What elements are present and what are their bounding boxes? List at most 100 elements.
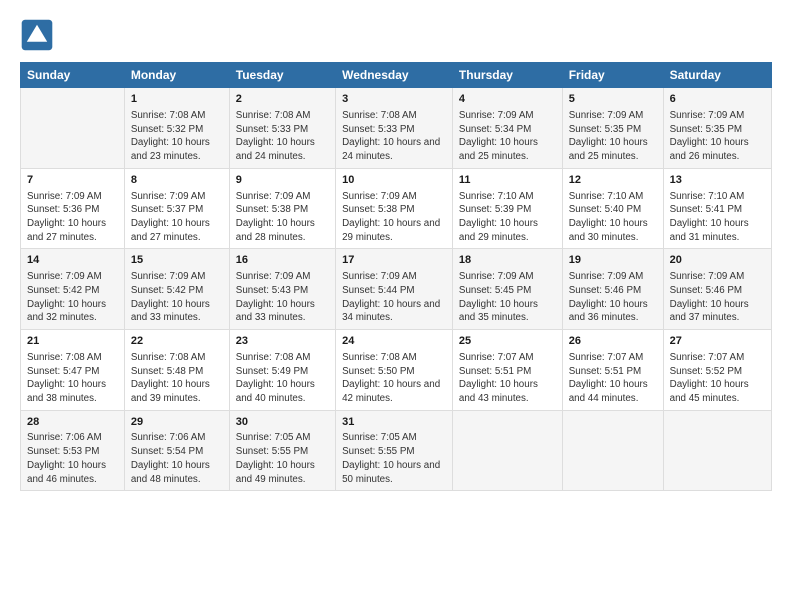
day-number: 17 [342, 253, 446, 268]
calendar-cell: 17Sunrise: 7:09 AMSunset: 5:44 PMDayligh… [336, 249, 453, 330]
cell-content: Sunrise: 7:06 AMSunset: 5:53 PMDaylight:… [27, 431, 118, 486]
calendar-cell: 24Sunrise: 7:08 AMSunset: 5:50 PMDayligh… [336, 329, 453, 410]
cell-content: Sunrise: 7:08 AMSunset: 5:49 PMDaylight:… [236, 351, 329, 406]
day-number: 21 [27, 334, 118, 349]
cell-content: Sunrise: 7:09 AMSunset: 5:35 PMDaylight:… [670, 109, 765, 164]
day-number: 16 [236, 253, 329, 268]
header-day-saturday: Saturday [663, 63, 771, 88]
calendar-cell: 10Sunrise: 7:09 AMSunset: 5:38 PMDayligh… [336, 168, 453, 249]
calendar-cell: 3 Sunrise: 7:08 AMSunset: 5:33 PMDaylight… [336, 88, 453, 169]
calendar-cell [562, 410, 663, 491]
day-number: 6 [670, 92, 765, 107]
cell-content: Sunrise: 7:09 AMSunset: 5:45 PMDaylight:… [459, 270, 556, 325]
calendar-cell: 14 Sunrise: 7:09 AMSunset: 5:42 PMDayligh… [21, 249, 125, 330]
cell-content: Sunrise: 7:09 AMSunset: 5:46 PMDaylight:… [569, 270, 657, 325]
day-number: 2 [236, 92, 329, 107]
cell-content: Sunrise: 7:05 AMSunset: 5:55 PMDaylight:… [236, 431, 329, 486]
cell-content: Sunrise: 7:09 AMSunset: 5:42 PMDaylight:… [131, 270, 223, 325]
cell-content: Sunrise: 7:07 AMSunset: 5:51 PMDaylight:… [569, 351, 657, 406]
cell-content: Sunrise: 7:09 AMSunset: 5:42 PMDaylight:… [27, 270, 118, 325]
cell-content: Sunrise: 7:09 AMSunset: 5:43 PMDaylight:… [236, 270, 329, 325]
calendar-cell: 16 Sunrise: 7:09 AMSunset: 5:43 PMDayligh… [229, 249, 335, 330]
day-number: 19 [569, 253, 657, 268]
calendar-cell [452, 410, 562, 491]
calendar-cell: 30Sunrise: 7:05 AMSunset: 5:55 PMDayligh… [229, 410, 335, 491]
calendar-cell: 6 Sunrise: 7:09 AMSunset: 5:35 PMDaylight… [663, 88, 771, 169]
cell-content: Sunrise: 7:08 AMSunset: 5:47 PMDaylight:… [27, 351, 118, 406]
calendar-cell: 19 Sunrise: 7:09 AMSunset: 5:46 PMDayligh… [562, 249, 663, 330]
header [20, 18, 772, 52]
day-number: 3 [342, 92, 446, 107]
calendar-cell: 22Sunrise: 7:08 AMSunset: 5:48 PMDayligh… [124, 329, 229, 410]
cell-content: Sunrise: 7:09 AMSunset: 5:36 PMDaylight:… [27, 190, 118, 245]
header-day-wednesday: Wednesday [336, 63, 453, 88]
day-number: 4 [459, 92, 556, 107]
week-row-5: 28Sunrise: 7:06 AMSunset: 5:53 PMDayligh… [21, 410, 772, 491]
day-number: 12 [569, 173, 657, 188]
calendar-cell: 20 Sunrise: 7:09 AMSunset: 5:46 PMDayligh… [663, 249, 771, 330]
header-day-monday: Monday [124, 63, 229, 88]
calendar-cell: 15 Sunrise: 7:09 AMSunset: 5:42 PMDayligh… [124, 249, 229, 330]
cell-content: Sunrise: 7:08 AMSunset: 5:50 PMDaylight:… [342, 351, 446, 406]
logo [20, 18, 60, 52]
calendar-cell: 18 Sunrise: 7:09 AMSunset: 5:45 PMDayligh… [452, 249, 562, 330]
day-number: 27 [670, 334, 765, 349]
day-number: 1 [131, 92, 223, 107]
day-number: 7 [27, 173, 118, 188]
cell-content: Sunrise: 7:07 AMSunset: 5:51 PMDaylight:… [459, 351, 556, 406]
cell-content: Sunrise: 7:10 AMSunset: 5:39 PMDaylight:… [459, 190, 556, 245]
cell-content: Sunrise: 7:06 AMSunset: 5:54 PMDaylight:… [131, 431, 223, 486]
day-number: 15 [131, 253, 223, 268]
cell-content: Sunrise: 7:07 AMSunset: 5:52 PMDaylight:… [670, 351, 765, 406]
cell-content: Sunrise: 7:08 AMSunset: 5:32 PMDaylight:… [131, 109, 223, 164]
calendar-cell: 9 Sunrise: 7:09 AMSunset: 5:38 PMDaylight… [229, 168, 335, 249]
calendar-cell: 23 Sunrise: 7:08 AMSunset: 5:49 PMDayligh… [229, 329, 335, 410]
calendar-cell: 12 Sunrise: 7:10 AMSunset: 5:40 PMDayligh… [562, 168, 663, 249]
calendar-cell: 28Sunrise: 7:06 AMSunset: 5:53 PMDayligh… [21, 410, 125, 491]
calendar-cell: 11Sunrise: 7:10 AMSunset: 5:39 PMDayligh… [452, 168, 562, 249]
day-number: 28 [27, 415, 118, 430]
calendar-cell: 21 Sunrise: 7:08 AMSunset: 5:47 PMDayligh… [21, 329, 125, 410]
cell-content: Sunrise: 7:09 AMSunset: 5:38 PMDaylight:… [236, 190, 329, 245]
calendar-cell [663, 410, 771, 491]
calendar-table: SundayMondayTuesdayWednesdayThursdayFrid… [20, 62, 772, 491]
day-number: 23 [236, 334, 329, 349]
day-number: 18 [459, 253, 556, 268]
day-number: 25 [459, 334, 556, 349]
day-number: 29 [131, 415, 223, 430]
cell-content: Sunrise: 7:10 AMSunset: 5:41 PMDaylight:… [670, 190, 765, 245]
header-row: SundayMondayTuesdayWednesdayThursdayFrid… [21, 63, 772, 88]
calendar-cell [21, 88, 125, 169]
logo-icon [20, 18, 54, 52]
day-number: 14 [27, 253, 118, 268]
day-number: 26 [569, 334, 657, 349]
calendar-body: 1 Sunrise: 7:08 AMSunset: 5:32 PMDaylight… [21, 88, 772, 491]
day-number: 9 [236, 173, 329, 188]
cell-content: Sunrise: 7:09 AMSunset: 5:35 PMDaylight:… [569, 109, 657, 164]
calendar-cell: 26 Sunrise: 7:07 AMSunset: 5:51 PMDayligh… [562, 329, 663, 410]
calendar-cell: 31Sunrise: 7:05 AMSunset: 5:55 PMDayligh… [336, 410, 453, 491]
cell-content: Sunrise: 7:09 AMSunset: 5:34 PMDaylight:… [459, 109, 556, 164]
day-number: 20 [670, 253, 765, 268]
calendar-cell: 7 Sunrise: 7:09 AMSunset: 5:36 PMDaylight… [21, 168, 125, 249]
cell-content: Sunrise: 7:09 AMSunset: 5:38 PMDaylight:… [342, 190, 446, 245]
week-row-2: 7 Sunrise: 7:09 AMSunset: 5:36 PMDaylight… [21, 168, 772, 249]
cell-content: Sunrise: 7:08 AMSunset: 5:33 PMDaylight:… [236, 109, 329, 164]
cell-content: Sunrise: 7:09 AMSunset: 5:46 PMDaylight:… [670, 270, 765, 325]
cell-content: Sunrise: 7:08 AMSunset: 5:33 PMDaylight:… [342, 109, 446, 164]
cell-content: Sunrise: 7:10 AMSunset: 5:40 PMDaylight:… [569, 190, 657, 245]
calendar-cell: 4 Sunrise: 7:09 AMSunset: 5:34 PMDaylight… [452, 88, 562, 169]
calendar-cell: 13Sunrise: 7:10 AMSunset: 5:41 PMDayligh… [663, 168, 771, 249]
calendar-cell: 27 Sunrise: 7:07 AMSunset: 5:52 PMDayligh… [663, 329, 771, 410]
calendar-cell: 29Sunrise: 7:06 AMSunset: 5:54 PMDayligh… [124, 410, 229, 491]
calendar-cell: 5Sunrise: 7:09 AMSunset: 5:35 PMDaylight… [562, 88, 663, 169]
week-row-1: 1 Sunrise: 7:08 AMSunset: 5:32 PMDaylight… [21, 88, 772, 169]
day-number: 22 [131, 334, 223, 349]
header-day-friday: Friday [562, 63, 663, 88]
header-day-sunday: Sunday [21, 63, 125, 88]
calendar-header: SundayMondayTuesdayWednesdayThursdayFrid… [21, 63, 772, 88]
cell-content: Sunrise: 7:05 AMSunset: 5:55 PMDaylight:… [342, 431, 446, 486]
cell-content: Sunrise: 7:09 AMSunset: 5:37 PMDaylight:… [131, 190, 223, 245]
calendar-cell: 1 Sunrise: 7:08 AMSunset: 5:32 PMDaylight… [124, 88, 229, 169]
calendar-cell: 8Sunrise: 7:09 AMSunset: 5:37 PMDaylight… [124, 168, 229, 249]
